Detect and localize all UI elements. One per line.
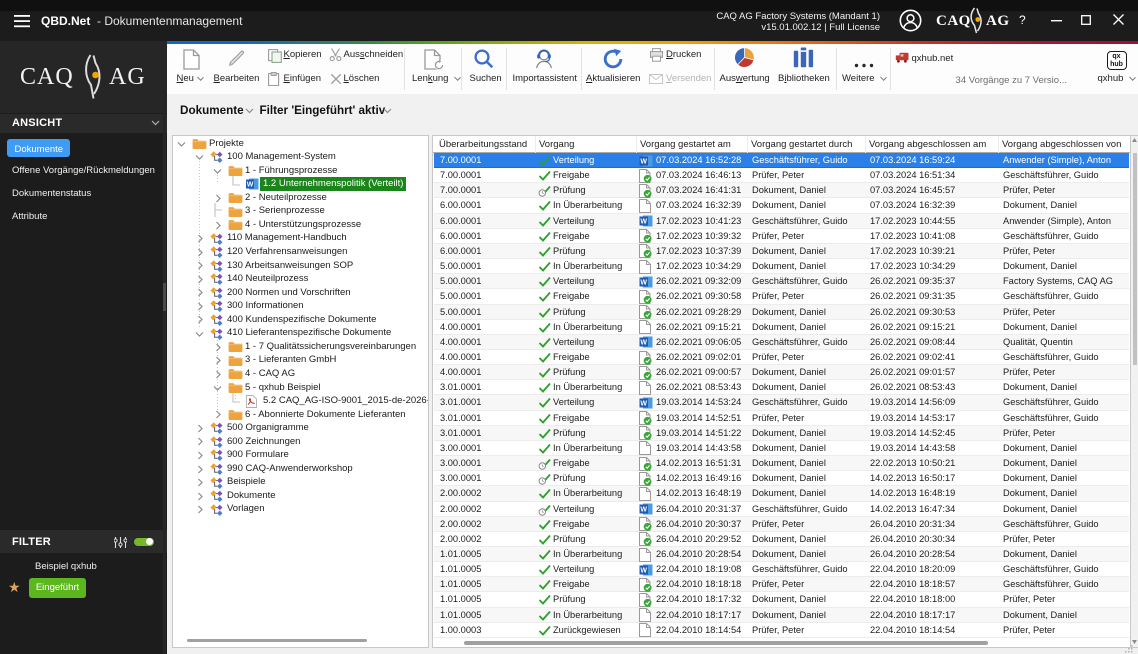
svg-text:W: W <box>247 182 254 189</box>
svg-text:W: W <box>640 279 647 286</box>
svg-text:W: W <box>640 400 647 407</box>
svg-text:W: W <box>640 158 647 165</box>
svg-text:W: W <box>640 219 647 226</box>
svg-text:W: W <box>640 340 647 347</box>
svg-text:W: W <box>640 567 647 574</box>
svg-text:W: W <box>640 506 647 513</box>
